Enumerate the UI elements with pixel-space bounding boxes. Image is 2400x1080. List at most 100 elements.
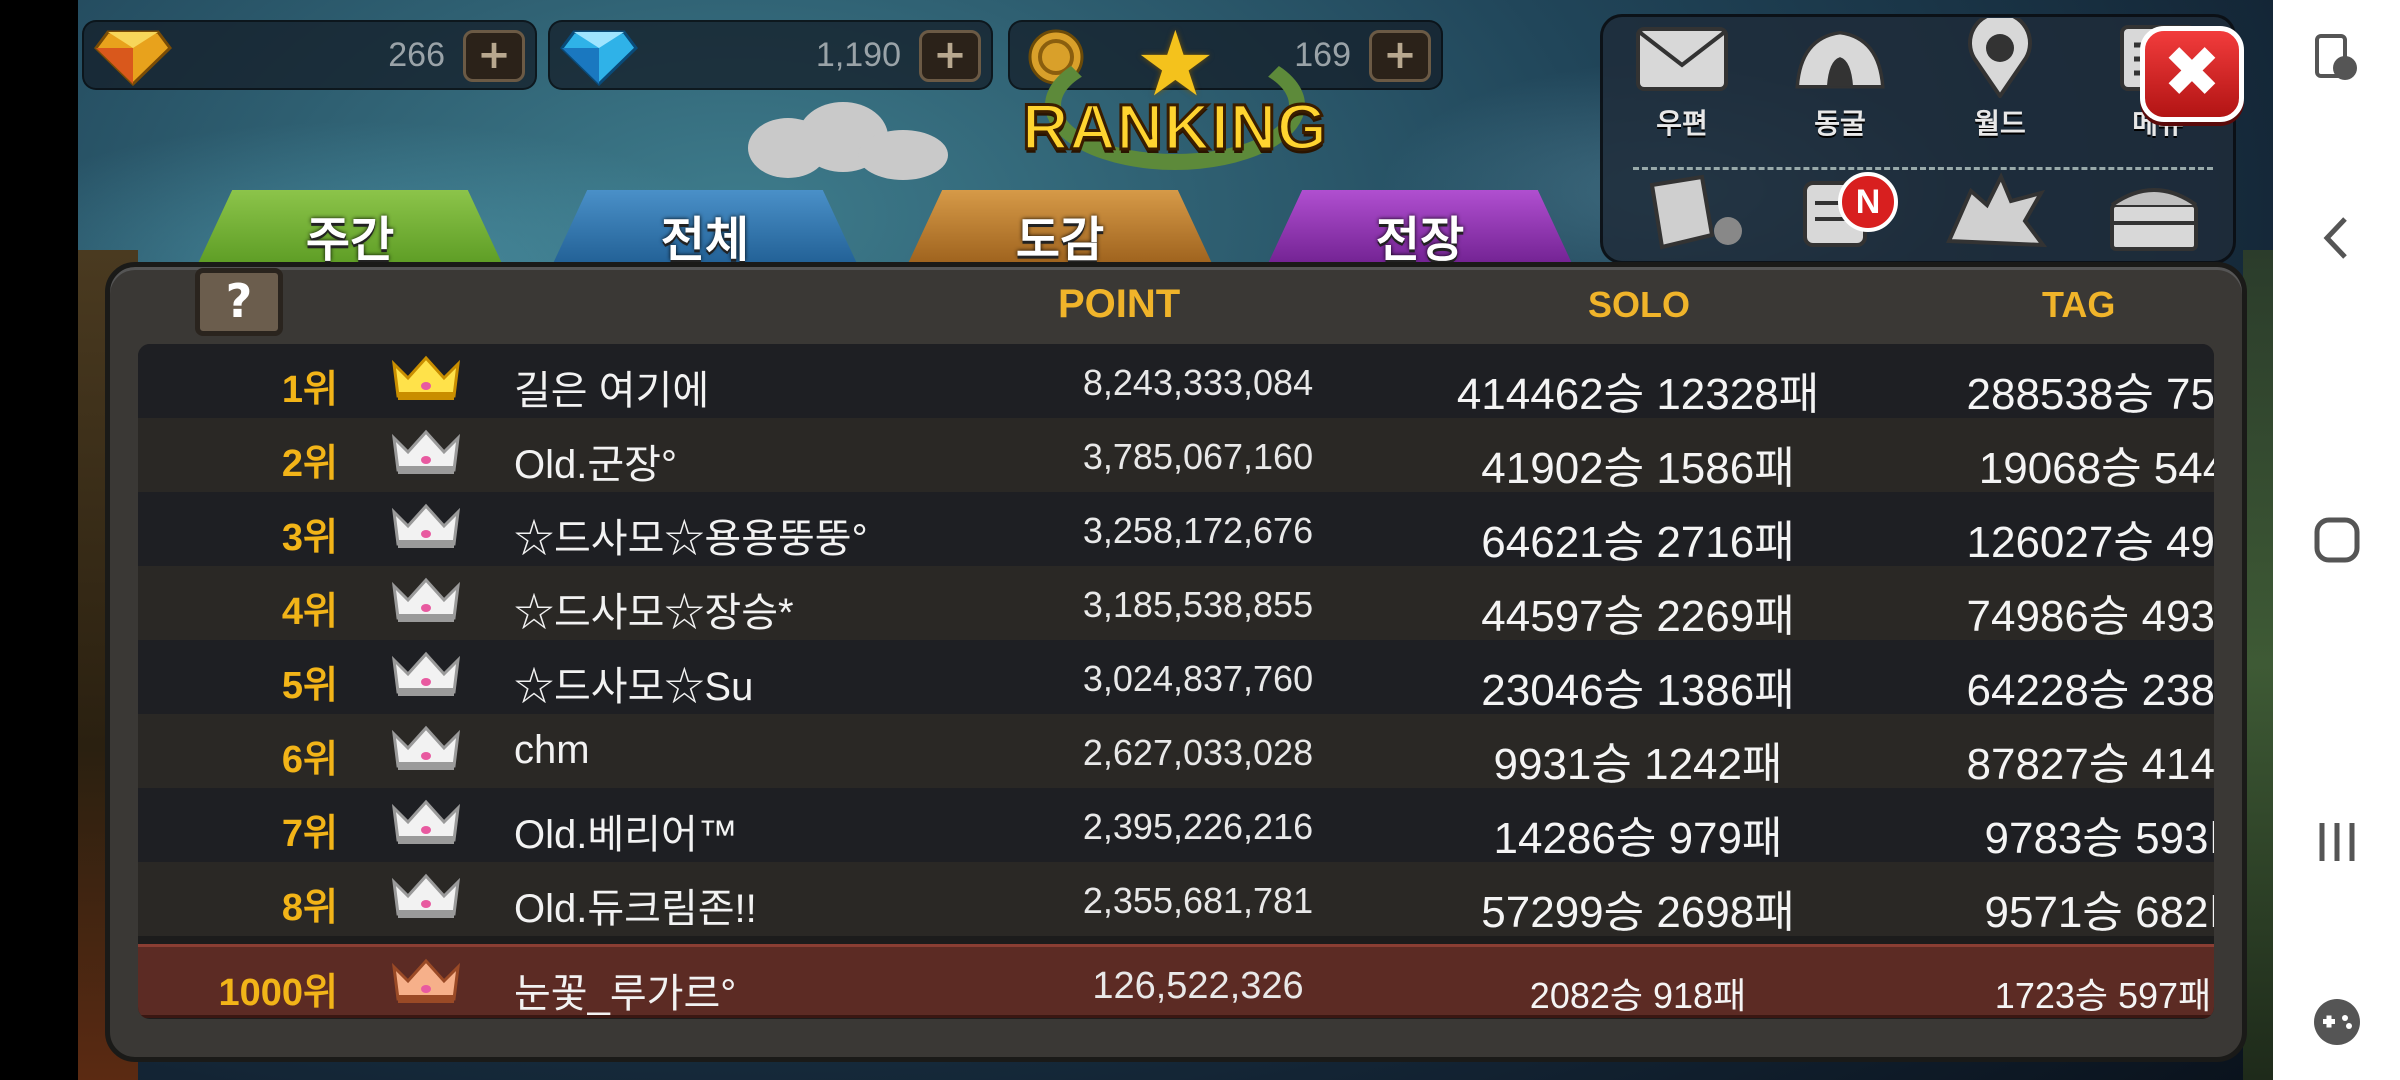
player-name-cell: 길은 여기에 <box>514 369 710 413</box>
dragon-icon <box>1945 172 2048 248</box>
diamond-amount: 1,190 <box>815 36 901 74</box>
table-row[interactable]: 6위 chm 2,627,033,028 9931승 1242패 87827승 4146 <box>138 714 2214 789</box>
player-name-cell: 눈꽃_루가르° <box>514 972 737 1016</box>
tag-record-cell: 19068승 544 <box>1978 444 2214 493</box>
player-name-cell: Old.군장° <box>514 443 677 487</box>
tag-record-cell: 9571승 682Ⅰ <box>1984 888 2215 937</box>
ranking-title-text: RANKING <box>1021 90 1329 165</box>
rank-cell: 7위 <box>281 813 338 855</box>
crown-icon <box>391 651 461 696</box>
tag-column-header: TAG <box>2042 284 2116 325</box>
player-name-cell: Old.베리어™ <box>514 813 738 857</box>
map-pin-icon <box>1968 18 2032 98</box>
crown-icon <box>391 725 461 770</box>
crown-icon <box>391 355 461 400</box>
dragon-button[interactable] <box>1936 168 2056 258</box>
world-button[interactable]: 월드 <box>1940 18 2060 148</box>
ranking-title: ★ RANKING <box>985 20 1365 170</box>
game-launcher-icon[interactable] <box>2307 992 2367 1052</box>
envelope-icon <box>1636 27 1728 91</box>
solo-record-cell: 9931승 1242패 <box>1493 740 1783 789</box>
accessibility-icon[interactable] <box>2307 28 2367 88</box>
table-row[interactable]: 3위 ☆드사모☆용용뚱뚱° 3,258,172,676 64621승 2716패 126… <box>138 492 2214 567</box>
treasure-chest-icon <box>2110 188 2198 251</box>
solo-record-cell: 64621승 2716패 <box>1481 518 1795 567</box>
tab-battlefield[interactable]: 전장 <box>1265 190 1575 270</box>
solo-record-cell: 14286승 979패 <box>1493 814 1783 863</box>
help-button[interactable]: ? <box>195 268 283 336</box>
book-icon <box>1649 174 1742 250</box>
table-row[interactable]: 5위 ☆드사모☆Su 3,024,837,760 23046승 1386패 64228승… <box>138 640 2214 715</box>
player-name-cell: chm <box>514 728 590 772</box>
rank-cell: 4위 <box>281 591 338 633</box>
solo-record-cell: 23046승 1386패 <box>1481 666 1795 715</box>
solo-record-cell: 41902승 1586패 <box>1481 444 1795 493</box>
home-icon[interactable] <box>2307 510 2367 570</box>
mail-button[interactable]: 우편 <box>1622 18 1742 148</box>
crown-badge <box>390 502 462 552</box>
rank-cell: 1000위 <box>218 972 339 1014</box>
crown-icon <box>391 958 461 1003</box>
crown-icon <box>391 577 461 622</box>
background-scenery <box>2243 250 2273 1080</box>
solo-record-cell: 2082승 918패 <box>1529 975 1747 1016</box>
crown-badge <box>390 798 462 848</box>
back-icon[interactable] <box>2307 208 2367 268</box>
recent-apps-icon[interactable] <box>2307 812 2367 872</box>
crown-badge <box>390 957 462 1007</box>
currency-bar-diamond: 1,190 + <box>548 20 993 90</box>
player-name-cell: ☆드사모☆Su <box>514 665 754 709</box>
table-row[interactable]: 1위 길은 여기에 8,243,333,084 414462승 12328패 28853… <box>138 344 2214 419</box>
crown-icon <box>391 503 461 548</box>
tag-record-cell: 1723승 597패 <box>1994 975 2212 1016</box>
rank-cell: 8위 <box>281 887 338 929</box>
tag-record-cell: 74986승 4937 <box>1966 592 2214 641</box>
table-row[interactable]: 4위 ☆드사모☆장승* 3,185,538,855 44597승 2269패 74986… <box>138 566 2214 641</box>
add-coin-button[interactable]: + <box>1369 30 1431 82</box>
currency-bar-gold-gem: 266 + <box>82 20 537 90</box>
crown-badge <box>390 872 462 922</box>
tab-total[interactable]: 전체 <box>550 190 860 270</box>
gold-gem-icon <box>94 30 172 86</box>
player-name-cell: ☆드사모☆용용뚱뚱° <box>514 517 868 561</box>
table-row[interactable]: 8위 Old.듀크림존!! 2,355,681,781 57299승 2698패 957… <box>138 862 2214 937</box>
tab-weekly-label: 주간 <box>305 212 395 268</box>
rank-cell: 1위 <box>281 369 338 411</box>
cave-button[interactable]: 동굴 <box>1780 18 1900 148</box>
player-name-cell: ☆드사모☆장승* <box>514 591 794 635</box>
solo-record-cell: 57299승 2698패 <box>1481 888 1795 937</box>
crown-icon <box>391 799 461 844</box>
tag-record-cell: 288538승 752 <box>1966 370 2214 419</box>
tag-record-cell: 87827승 4146 <box>1966 740 2214 789</box>
crown-badge <box>390 576 462 626</box>
cave-label: 동굴 <box>1814 107 1866 140</box>
add-diamond-button[interactable]: + <box>919 30 981 82</box>
tab-collection[interactable]: 도감 <box>905 190 1215 270</box>
tab-total-label: 전체 <box>660 212 750 268</box>
gold-gem-amount: 266 <box>388 36 445 74</box>
crown-badge <box>390 650 462 700</box>
diamond-icon <box>560 30 638 86</box>
solo-record-cell: 414462승 12328패 <box>1456 370 1820 419</box>
world-label: 월드 <box>1974 107 2026 140</box>
close-button[interactable]: ✖ <box>2140 26 2244 122</box>
crown-badge <box>390 724 462 774</box>
crown-badge <box>390 428 462 478</box>
tab-weekly[interactable]: 주간 <box>195 190 505 270</box>
add-gold-gem-button[interactable]: + <box>463 30 525 82</box>
tab-collection-label: 도감 <box>1015 212 1105 268</box>
table-row[interactable]: 7위 Old.베리어™ 2,395,226,216 14286승 979패 9783승 … <box>138 788 2214 863</box>
tab-battlefield-label: 전장 <box>1375 212 1465 268</box>
book-button[interactable] <box>1632 168 1752 258</box>
chest-button[interactable] <box>2094 168 2214 258</box>
cloud <box>858 130 948 180</box>
player-name-cell: Old.듀크림존!! <box>514 887 757 931</box>
left-bezel <box>0 0 78 1080</box>
table-row[interactable]: 2위 Old.군장° 3,785,067,160 41902승 1586패 19068승… <box>138 418 2214 493</box>
android-navigation-bar <box>2273 0 2400 1080</box>
new-badge: N <box>1838 172 1898 232</box>
my-ranking-row[interactable]: 1000위 눈꽃_루가르° 126,522,326 2082승 918패 1723승 5… <box>138 944 2214 1018</box>
ranking-table: 1위 길은 여기에 8,243,333,084 414462승 12328패 28853… <box>138 344 2214 1019</box>
rank-cell: 2위 <box>281 443 338 485</box>
tag-record-cell: 64228승 2382 <box>1966 666 2214 715</box>
